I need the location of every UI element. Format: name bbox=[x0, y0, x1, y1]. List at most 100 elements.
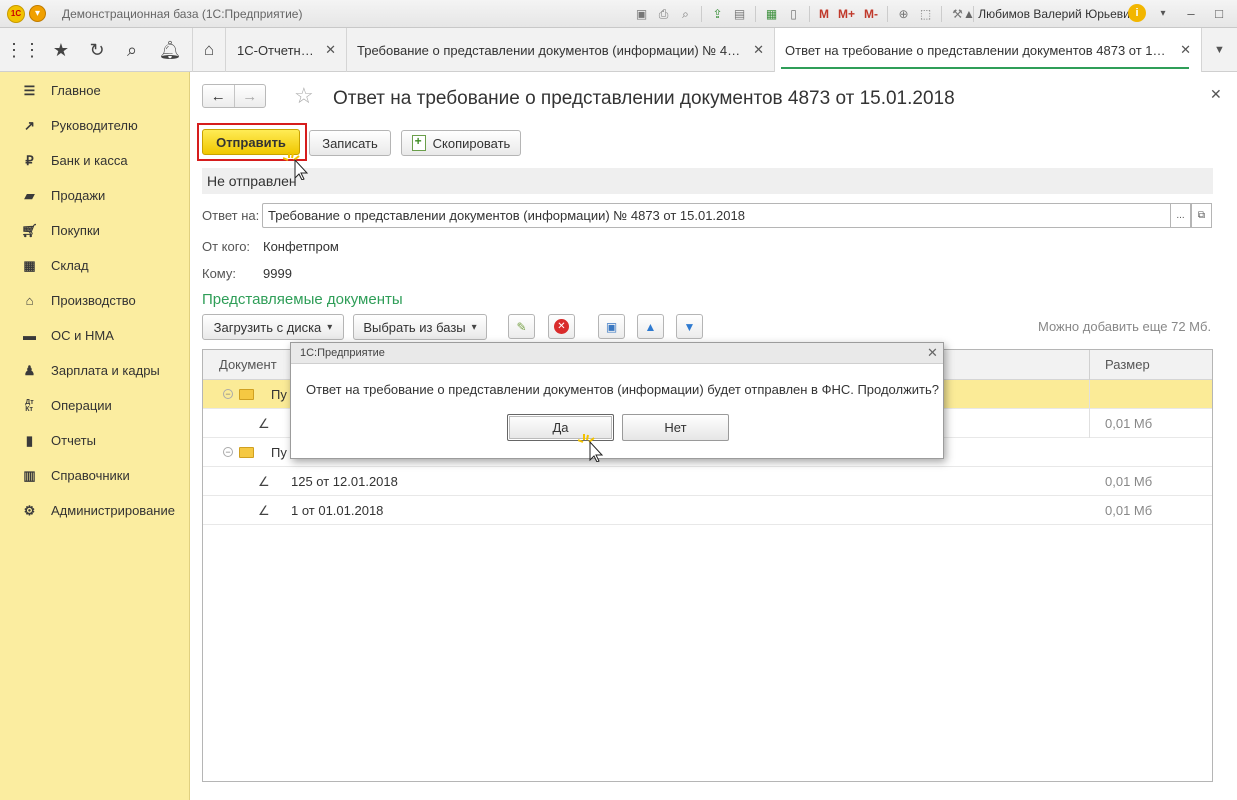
save-icon[interactable]: ▣ bbox=[632, 5, 651, 24]
folder-icon bbox=[239, 389, 254, 400]
scanner-icon[interactable]: ▤ bbox=[730, 5, 749, 24]
menu-icon: ☰ bbox=[23, 82, 36, 98]
sidebar-item-directories[interactable]: ▥ Справочники bbox=[0, 458, 190, 493]
delete-icon[interactable]: ✕ bbox=[548, 314, 575, 339]
folder-up-icon[interactable]: ▣ bbox=[598, 314, 625, 339]
memory-m-plus-button[interactable]: M+ bbox=[835, 5, 858, 24]
preview-icon[interactable]: ⌕ bbox=[676, 5, 695, 24]
nav-buttons: ← → bbox=[202, 84, 266, 108]
sidebar-item-label: Склад bbox=[51, 258, 89, 273]
back-arrow-icon[interactable]: ← bbox=[203, 85, 234, 107]
row-label: Пу bbox=[271, 387, 287, 402]
sidebar-item-label: Продажи bbox=[51, 188, 106, 203]
click-cursor-icon bbox=[283, 152, 309, 180]
tab-requirement[interactable]: Требование о представлении документов (и… bbox=[347, 28, 775, 72]
sidebar-item-operations[interactable]: Дт Кт Операции bbox=[0, 388, 190, 423]
gear-icon: ⚙ bbox=[23, 502, 36, 518]
close-icon[interactable]: ✕ bbox=[1180, 42, 1191, 58]
bell-icon[interactable]: 🔔︎ bbox=[152, 28, 188, 72]
move-up-icon[interactable]: ▲ bbox=[637, 314, 664, 339]
forward-arrow-icon[interactable]: → bbox=[233, 85, 266, 107]
minimize-icon[interactable]: – bbox=[1180, 3, 1202, 23]
open-icon[interactable]: ⧉ bbox=[1191, 203, 1212, 228]
row-size: 0,01 Мб bbox=[1105, 474, 1153, 489]
select-from-base-button[interactable]: Выбрать из базы bbox=[353, 314, 487, 340]
memory-m-button[interactable]: M bbox=[816, 5, 832, 24]
title-bar: 1С ▾ Демонстрационная база (1С:Предприят… bbox=[0, 0, 1237, 28]
sidebar-item-label: Банк и касса bbox=[51, 153, 128, 168]
to-value: 9999 bbox=[263, 266, 292, 281]
collapse-icon[interactable]: − bbox=[223, 389, 233, 399]
copy-button[interactable]: Скопировать bbox=[401, 130, 521, 156]
trend-icon: ↗ bbox=[24, 117, 35, 133]
user-name-label: Любимов Валерий Юрьевич bbox=[978, 7, 1137, 21]
history-icon[interactable]: ↻ bbox=[79, 28, 115, 72]
bag-icon: ▰ bbox=[24, 187, 35, 203]
sidebar-item-main[interactable]: ☰ Главное bbox=[0, 73, 190, 108]
memory-m-minus-button[interactable]: M- bbox=[861, 5, 881, 24]
reply-to-field[interactable]: Требование о представлении документов (и… bbox=[262, 203, 1191, 228]
load-from-disk-button[interactable]: Загрузить с диска bbox=[202, 314, 344, 340]
fullscreen-icon[interactable]: ⬚ bbox=[916, 5, 935, 24]
info-icon[interactable]: i bbox=[1128, 4, 1146, 22]
column-size[interactable]: Размер bbox=[1105, 350, 1150, 380]
1c-logo-icon[interactable]: 1С bbox=[7, 5, 25, 23]
tab-reply-active[interactable]: Ответ на требование о представлении доку… bbox=[775, 28, 1202, 72]
sidebar-item-label: Операции bbox=[51, 398, 112, 413]
table-row[interactable]: ∠ 1 от 01.01.2018 0,01 Мб bbox=[203, 496, 1212, 525]
calculator-icon[interactable]: ▦ bbox=[762, 5, 781, 24]
collapse-icon[interactable]: − bbox=[223, 447, 233, 457]
home-tab-icon[interactable]: ⌂ bbox=[192, 28, 226, 72]
tab-label: Требование о представлении документов (и… bbox=[357, 42, 745, 58]
edit-pencil-icon[interactable]: ✎ bbox=[508, 314, 535, 339]
chevron-down-icon[interactable]: ▾ bbox=[1152, 3, 1174, 23]
close-icon[interactable]: ✕ bbox=[1210, 86, 1222, 103]
sidebar-item-bank[interactable]: ₽ Банк и касса bbox=[0, 143, 190, 178]
sidebar-item-purchases[interactable]: 🛒︎ Покупки bbox=[0, 213, 190, 248]
bar-chart-icon: ▮ bbox=[25, 432, 34, 448]
dt-kt-icon: Дт Кт bbox=[25, 398, 34, 413]
person-icon: ♟ bbox=[23, 362, 36, 378]
search-icon[interactable]: ⌕ bbox=[114, 28, 150, 72]
confirm-dialog: 1С:Предприятие ✕ Ответ на требование о п… bbox=[290, 342, 944, 459]
factory-icon: ⌂ bbox=[25, 293, 34, 308]
zoom-in-icon[interactable]: ⊕ bbox=[894, 5, 913, 24]
sidebar-item-production[interactable]: ⌂ Производство bbox=[0, 283, 190, 318]
sidebar-item-label: Администрирование bbox=[51, 503, 175, 518]
toolbar-separator bbox=[887, 6, 889, 22]
toolbar-separator bbox=[755, 6, 756, 22]
sidebar: ☰ Главное ↗ Руководителю ₽ Банк и касса ▰ Пр… bbox=[0, 72, 190, 800]
tabs-more-icon[interactable]: ▼ bbox=[1202, 28, 1237, 72]
sidebar-item-sales[interactable]: ▰ Продажи bbox=[0, 178, 190, 213]
sidebar-item-admin[interactable]: ⚙ Администрирование bbox=[0, 493, 190, 528]
close-icon[interactable]: ✕ bbox=[927, 345, 938, 361]
dialog-titlebar: 1С:Предприятие ✕ bbox=[291, 343, 943, 364]
sidebar-item-director[interactable]: ↗ Руководителю bbox=[0, 108, 190, 143]
move-down-icon[interactable]: ▼ bbox=[676, 314, 703, 339]
sidebar-item-warehouse[interactable]: ▦ Склад bbox=[0, 248, 190, 283]
maximize-icon[interactable]: □ bbox=[1208, 3, 1230, 23]
main-menu-icon[interactable]: ▾ bbox=[29, 5, 46, 22]
column-document[interactable]: Документ bbox=[219, 350, 277, 380]
sidebar-item-label: Главное bbox=[51, 83, 101, 98]
sidebar-item-label: Покупки bbox=[51, 223, 100, 238]
upload-icon[interactable]: ⇪ bbox=[708, 5, 727, 24]
sidebar-item-assets[interactable]: ▬ ОС и НМА bbox=[0, 318, 190, 353]
tab-1c-reporting[interactable]: 1С-Отчетность ✕ bbox=[227, 28, 347, 72]
close-icon[interactable]: ✕ bbox=[325, 42, 336, 58]
user-name[interactable]: ▲ Любимов Валерий Юрьевич bbox=[963, 7, 1136, 21]
favorites-star-icon[interactable]: ★ bbox=[43, 28, 79, 72]
print-icon[interactable]: ⎙ bbox=[654, 5, 673, 24]
signature-icon: ∠ bbox=[258, 416, 270, 431]
column-divider bbox=[1089, 380, 1090, 409]
select-button[interactable]: ... bbox=[1170, 203, 1191, 228]
calendar-icon[interactable]: ▯ bbox=[784, 5, 803, 24]
favorite-star-icon[interactable]: ☆ bbox=[294, 83, 314, 109]
close-icon[interactable]: ✕ bbox=[753, 42, 764, 58]
sidebar-item-reports[interactable]: ▮ Отчеты bbox=[0, 423, 190, 458]
table-row[interactable]: ∠ 125 от 12.01.2018 0,01 Мб bbox=[203, 467, 1212, 496]
sidebar-item-salary[interactable]: ♟ Зарплата и кадры bbox=[0, 353, 190, 388]
apps-grid-icon[interactable]: ⋮⋮ bbox=[5, 28, 41, 72]
no-button[interactable]: Нет bbox=[622, 414, 729, 441]
save-button[interactable]: Записать bbox=[309, 130, 391, 156]
